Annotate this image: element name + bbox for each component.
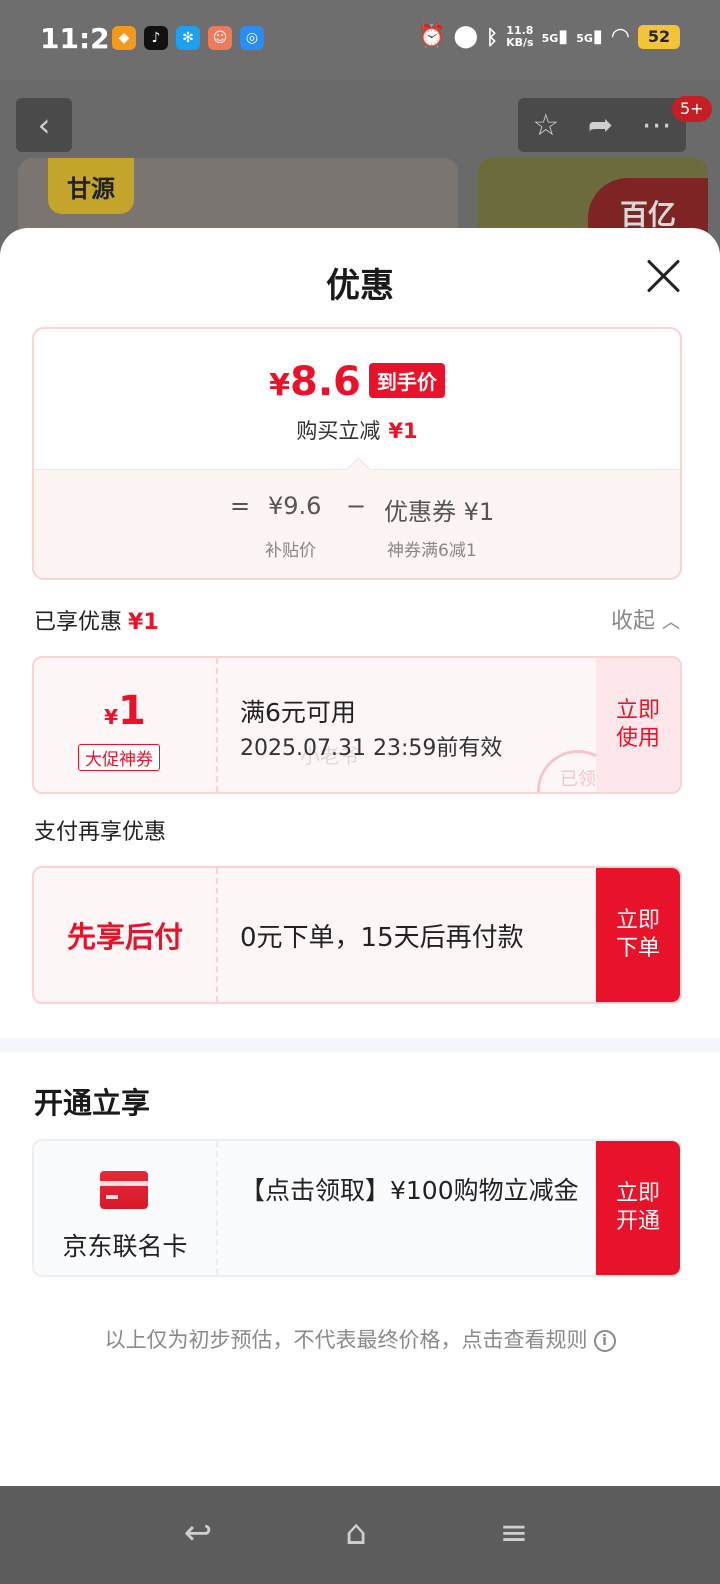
signal-2-label: 5G xyxy=(576,32,593,45)
net-speed-unit: KB/s xyxy=(506,35,534,49)
card-offer-desc: 【点击领取】¥100购物立减金 xyxy=(240,1176,579,1205)
discount-sheet: 优惠 ¥8.6 到手价 购买立减 ¥1 = ¥9.6 − 优惠券 ¥1 补贴价 神… xyxy=(0,228,720,1486)
equals-sign: = xyxy=(230,492,251,520)
instant-reduction: 购买立减 ¥1 xyxy=(34,415,680,445)
share-icon[interactable]: ➦ xyxy=(588,108,613,143)
signal-5g-icon-2: 5G▮ xyxy=(576,26,603,47)
final-price: ¥8.6 xyxy=(269,359,361,405)
card-divider xyxy=(216,1141,218,1275)
collapse-label: 收起 xyxy=(611,609,656,634)
enjoyed-label-text: 已享优惠 xyxy=(34,610,123,635)
notification-icons: ◆ ♪ ✻ ☺ ◎ xyxy=(112,26,264,50)
coupon-divider xyxy=(216,658,218,792)
status-bar: 11:21 ◆ ♪ ✻ ☺ ◎ ⏰ ⬤ ᛒ 11.8 KB/s 5G▮ 5G▮ … xyxy=(0,0,720,80)
pay-divider xyxy=(216,868,218,1002)
coupon-caption: 神券满6减1 xyxy=(387,541,477,561)
alarm-icon: ⏰ xyxy=(418,24,446,49)
chat-app-icon: ◎ xyxy=(240,26,264,50)
card-info-area: 京东联名卡 xyxy=(34,1141,216,1275)
coupon-deduction: 优惠券 ¥1 xyxy=(384,498,495,526)
game-app-icon: ☺ xyxy=(208,26,232,50)
coupon-card: ¥1 大促神券 满6元可用 2025.07.31 23:59前有效 小老爷 已领… xyxy=(32,656,682,794)
final-price-tag: 到手价 xyxy=(368,363,445,398)
price-disclaimer[interactable]: 以上仅为初步预估，不代表最终价格，点击查看规则 i xyxy=(0,1324,720,1354)
price-summary-card: ¥8.6 到手价 购买立减 ¥1 = ¥9.6 − 优惠券 ¥1 补贴价 神券满6… xyxy=(32,327,682,580)
card-name: 京东联名卡 xyxy=(62,1232,188,1261)
subsidy-caption: 补贴价 xyxy=(265,541,316,561)
final-price-value: 8.6 xyxy=(290,359,361,405)
open-offer-title: 开通立享 xyxy=(34,1086,151,1120)
signal-5g-icon: 5G▮ xyxy=(541,26,569,47)
coupon-condition: 满6元可用 xyxy=(240,698,356,727)
coupon-amount: ¥1 xyxy=(34,688,216,734)
payment-discount-label: 支付再享优惠 xyxy=(34,820,167,845)
cobrand-card-offer: 京东联名卡 【点击领取】¥100购物立减金 立即 开通 xyxy=(32,1139,682,1277)
coupon-value-area: ¥1 大促神券 xyxy=(34,658,216,792)
reduction-label: 购买立减 xyxy=(296,419,381,443)
order-now-button[interactable]: 立即 下单 xyxy=(596,868,680,1002)
open-now-button[interactable]: 立即 开通 xyxy=(596,1141,680,1275)
home-icon[interactable]: ⌂ xyxy=(326,1508,386,1558)
back-arrow-icon[interactable]: ‹ xyxy=(16,98,72,152)
close-icon[interactable] xyxy=(644,256,684,296)
pay-later-desc: 0元下单，15天后再付款 xyxy=(240,923,524,953)
system-nav-bar: ↩ ⌂ ≡ xyxy=(0,1486,720,1584)
disclaimer-text: 以上仅为初步预估，不代表最终价格，点击查看规则 xyxy=(104,1328,588,1352)
weather-app-icon: ✻ xyxy=(176,26,200,50)
tiktok-app-icon: ♪ xyxy=(144,26,168,50)
more-icon[interactable]: ⋯ xyxy=(642,108,672,143)
credit-card-icon xyxy=(100,1171,148,1209)
minus-sign: − xyxy=(346,492,367,520)
coupon-currency: ¥ xyxy=(104,705,119,729)
menu-icon[interactable]: ≡ xyxy=(484,1508,544,1558)
battery-icon: 52 xyxy=(638,24,680,49)
enjoyed-amount: ¥1 xyxy=(128,610,159,635)
message-badge: 5+ xyxy=(672,96,712,122)
star-icon[interactable]: ☆ xyxy=(532,108,559,143)
location-icon: ⬤ xyxy=(453,24,479,49)
status-indicators: ⏰ ⬤ ᛒ 11.8 KB/s 5G▮ 5G▮ ◠ 52 xyxy=(418,24,680,49)
pay-later-card: 先享后付 0元下单，15天后再付款 立即 下单 xyxy=(32,866,682,1004)
bluetooth-icon: ᛒ xyxy=(486,24,499,49)
wifi-icon: ◠ xyxy=(610,24,630,49)
signal-1-label: 5G xyxy=(541,32,559,45)
net-speed: 11.8 KB/s xyxy=(506,24,534,49)
info-icon: i xyxy=(593,1330,616,1352)
enjoyed-discount-label: 已享优惠 ¥1 xyxy=(34,604,159,636)
currency-symbol: ¥ xyxy=(269,368,290,403)
subsidy-price: ¥9.6 xyxy=(268,492,322,520)
brand-logo-left: 甘源 xyxy=(48,158,134,214)
sheet-title: 优惠 xyxy=(326,266,394,306)
coupon-type-badge: 大促神券 xyxy=(78,744,160,771)
back-icon[interactable]: ↩ xyxy=(168,1508,228,1558)
reduction-amount: ¥1 xyxy=(388,419,418,443)
header-actions: ☆ ➦ ⋯ xyxy=(518,98,686,152)
use-now-button[interactable]: 立即 使用 xyxy=(596,658,680,792)
coupon-validity: 2025.07.31 23:59前有效 xyxy=(240,736,503,761)
collapse-toggle[interactable]: 收起 ︿ xyxy=(611,603,680,635)
pay-later-title: 先享后付 xyxy=(66,920,183,954)
price-breakdown: = ¥9.6 − 优惠券 ¥1 补贴价 神券满6减1 xyxy=(34,469,680,578)
watermark: 小老爷 xyxy=(300,744,360,768)
final-price-row: ¥8.6 到手价 xyxy=(34,359,680,405)
section-divider xyxy=(0,1038,720,1052)
chevron-up-icon: ︿ xyxy=(662,612,681,633)
taobao-app-icon: ◆ xyxy=(112,26,136,50)
coupon-amount-value: 1 xyxy=(118,688,146,734)
